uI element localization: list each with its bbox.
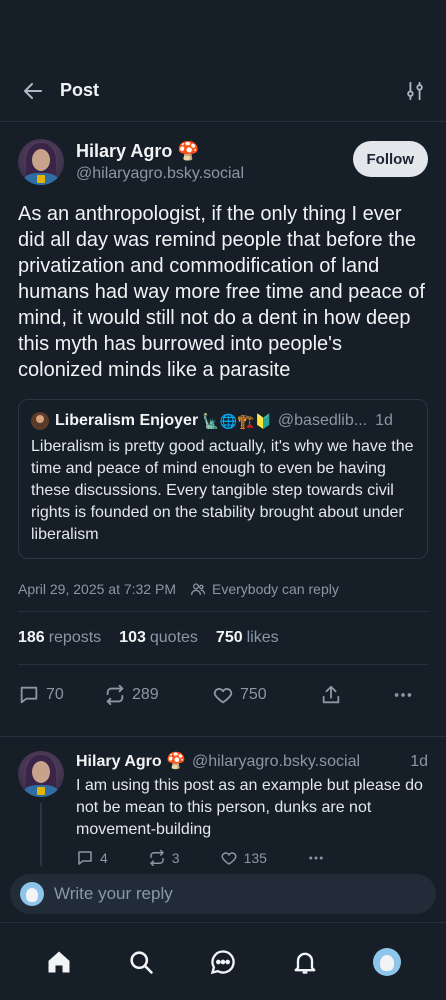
post-author-row: Hilary Agro 🍄 @hilaryagro.bsky.social Fo…	[18, 139, 428, 185]
heart-icon	[221, 852, 237, 865]
nav-chat[interactable]	[203, 942, 243, 982]
profile-avatar	[373, 947, 401, 976]
reply-reply-count: 4	[100, 850, 108, 866]
reply-like-count: 135	[243, 850, 267, 866]
main-post: Hilary Agro 🍄 @hilaryagro.bsky.social Fo…	[0, 123, 446, 725]
reply-repost-count: 3	[171, 850, 180, 866]
reply-left-column	[18, 751, 64, 883]
page-title: Post	[60, 80, 100, 100]
nav-profile[interactable]	[367, 942, 407, 982]
quoted-author-avatar	[31, 412, 49, 430]
quoted-post-text: Liberalism is pretty good actually, it's…	[31, 438, 414, 543]
reposts-stat[interactable]: 186 reposts	[18, 629, 101, 647]
like-button[interactable]: 750	[212, 684, 320, 706]
reply-reply-button[interactable]: 4	[76, 849, 108, 867]
quoted-post[interactable]: Liberalism Enjoyer 🗽🌐🏗️🔰 @basedlib... 1d…	[18, 399, 428, 559]
nav-home[interactable]	[39, 942, 79, 982]
bell-icon	[294, 952, 316, 974]
search-icon	[130, 950, 153, 974]
comment-icon	[20, 686, 38, 704]
author-handle[interactable]: @hilaryagro.bsky.social	[76, 163, 353, 185]
follow-button[interactable]: Follow	[352, 141, 428, 177]
reply-post[interactable]: Hilary Agro 🍄 @hilaryagro.bsky.social 1d…	[0, 736, 446, 883]
author-info: Hilary Agro 🍄 @hilaryagro.bsky.social	[76, 139, 353, 185]
quotes-stat[interactable]: 103 quotes	[119, 629, 198, 647]
my-avatar	[20, 882, 44, 906]
quoted-post-header: Liberalism Enjoyer 🗽🌐🏗️🔰 @basedlib... 1d	[31, 410, 415, 432]
quoted-post-time: 1d	[375, 412, 393, 429]
post-meta: April 29, 2025 at 7:32 PM Everybody can …	[18, 581, 428, 597]
likes-stat[interactable]: 750 likes	[216, 629, 279, 647]
chat-icon	[210, 949, 235, 974]
post-timestamp: April 29, 2025 at 7:32 PM	[18, 581, 176, 597]
back-button[interactable]	[18, 76, 48, 106]
repost-icon	[150, 849, 164, 867]
post-text: As an anthropologist, if the only thing …	[18, 203, 425, 381]
reply-row: Hilary Agro 🍄 @hilaryagro.bsky.social 1d…	[18, 751, 428, 883]
reply-setting[interactable]: Everybody can reply	[212, 581, 339, 597]
composer-placeholder: Write your reply	[54, 884, 173, 903]
comment-icon	[78, 851, 92, 865]
post-stats: 186 reposts 103 quotes 750 likes	[18, 612, 428, 664]
arrow-left-icon	[24, 82, 42, 99]
quoted-author-name: Liberalism Enjoyer	[55, 412, 199, 429]
author-avatar[interactable]	[18, 139, 64, 185]
reply-count: 70	[46, 686, 64, 703]
thread-settings-button[interactable]	[402, 78, 428, 104]
reply-button[interactable]: 70	[18, 684, 104, 706]
reply-header: Hilary Agro 🍄 @hilaryagro.bsky.social 1d	[76, 751, 428, 773]
reply-body: Hilary Agro 🍄 @hilaryagro.bsky.social 1d…	[76, 751, 428, 867]
ellipsis-icon	[309, 856, 323, 860]
repost-icon	[106, 684, 124, 706]
ellipsis-icon	[394, 693, 412, 697]
nav-notifications[interactable]	[285, 942, 325, 982]
bottom-nav	[0, 922, 446, 1000]
author-name[interactable]: Hilary Agro 🍄	[76, 139, 353, 163]
reply-time: 1d	[410, 753, 428, 770]
reply-repost-button[interactable]: 3	[148, 849, 180, 867]
reply-text: I am using this post as an example but p…	[76, 777, 423, 838]
nav-search[interactable]	[121, 942, 161, 982]
reply-author-avatar[interactable]	[18, 751, 64, 797]
quoted-author-handle: @basedlib...	[277, 412, 368, 429]
people-icon	[190, 581, 206, 597]
home-icon	[48, 951, 70, 972]
like-count: 750	[240, 686, 267, 703]
post-header: Post	[0, 60, 446, 122]
post-actions: 70 289 750	[18, 665, 428, 725]
reply-actions: 4 3 135	[76, 849, 428, 867]
share-icon	[322, 685, 340, 704]
app-root: Post Hilary Agro 🍄 @hilaryagro.bsky.soci…	[0, 0, 446, 1000]
reply-author-name[interactable]: Hilary Agro 🍄	[76, 751, 186, 773]
reply-composer[interactable]: Write your reply	[10, 874, 436, 914]
reply-like-button[interactable]: 135	[220, 849, 267, 867]
composer-bar: Write your reply	[0, 866, 446, 922]
reply-author-handle[interactable]: @hilaryagro.bsky.social	[192, 751, 360, 773]
heart-icon	[213, 688, 233, 704]
repost-button[interactable]: 289	[104, 684, 212, 706]
quoted-author-emojis: 🗽🌐🏗️🔰	[202, 413, 272, 429]
share-button[interactable]	[320, 684, 392, 706]
more-options-button[interactable]	[392, 684, 420, 706]
reply-more-options-button[interactable]	[307, 849, 331, 867]
repost-count: 289	[132, 686, 159, 703]
sliders-icon	[407, 81, 423, 100]
